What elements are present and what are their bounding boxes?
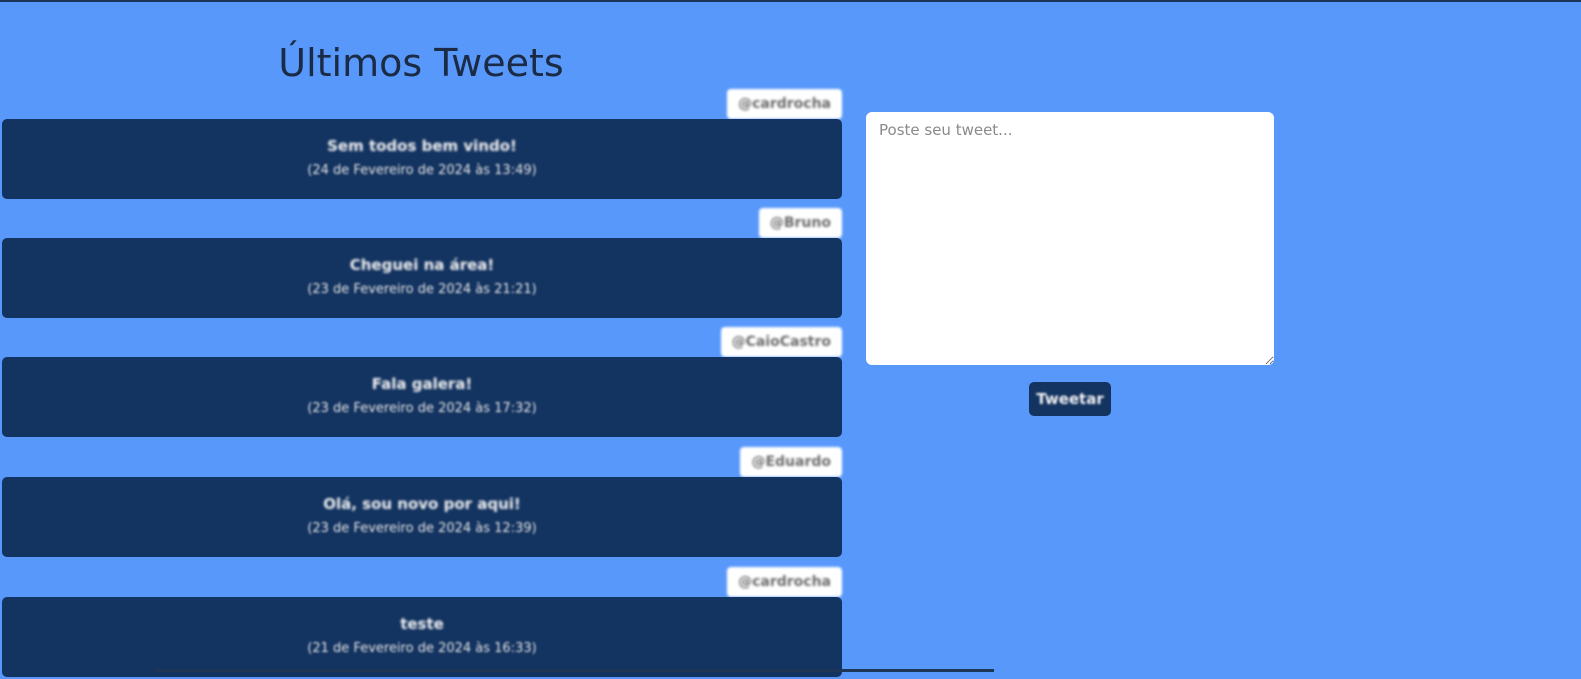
tweet-item: @Bruno Cheguei na área! (23 de Fevereiro… [0,208,842,320]
tweet-card: teste (21 de Fevereiro de 2024 às 16:33) [2,597,842,677]
tweet-item: @cardrocha Sem todos bem vindo! (24 de F… [0,89,842,201]
tweet-compose-input[interactable] [866,112,1274,365]
tweet-username-badge[interactable]: @Eduardo [740,447,842,477]
tweet-card: Fala galera! (23 de Fevereiro de 2024 às… [2,357,842,437]
top-border [0,0,1581,2]
tweet-submit-label: Tweetar [1036,390,1104,408]
tweet-item: @CaioCastro Fala galera! (23 de Fevereir… [0,327,842,439]
page-title: Últimos Tweets [278,41,564,85]
tweet-submit-button[interactable]: Tweetar [1029,382,1111,416]
tweet-item: @cardrocha teste (21 de Fevereiro de 202… [0,567,842,679]
tweet-card: Sem todos bem vindo! (24 de Fevereiro de… [2,119,842,199]
bottom-divider [154,669,994,672]
tweet-date: (23 de Fevereiro de 2024 às 12:39) [307,521,537,536]
tweet-card: Cheguei na área! (23 de Fevereiro de 202… [2,238,842,318]
tweet-card: Olá, sou novo por aqui! (23 de Fevereiro… [2,477,842,557]
tweet-text: Olá, sou novo por aqui! [323,495,521,513]
tweet-username-badge[interactable]: @cardrocha [727,89,842,119]
tweet-username-badge[interactable]: @CaioCastro [720,327,842,357]
tweet-date: (24 de Fevereiro de 2024 às 13:49) [307,163,537,178]
tweet-username-badge[interactable]: @Bruno [758,208,842,238]
tweet-text: teste [400,615,444,633]
tweet-date: (23 de Fevereiro de 2024 às 17:32) [307,401,537,416]
tweet-date: (21 de Fevereiro de 2024 às 16:33) [307,641,537,656]
tweet-text: Sem todos bem vindo! [327,137,517,155]
tweet-text: Fala galera! [371,375,473,393]
tweet-username-badge[interactable]: @cardrocha [727,567,842,597]
tweet-text: Cheguei na área! [349,256,495,274]
tweet-item: @Eduardo Olá, sou novo por aqui! (23 de … [0,447,842,559]
tweet-date: (23 de Fevereiro de 2024 às 21:21) [307,282,537,297]
